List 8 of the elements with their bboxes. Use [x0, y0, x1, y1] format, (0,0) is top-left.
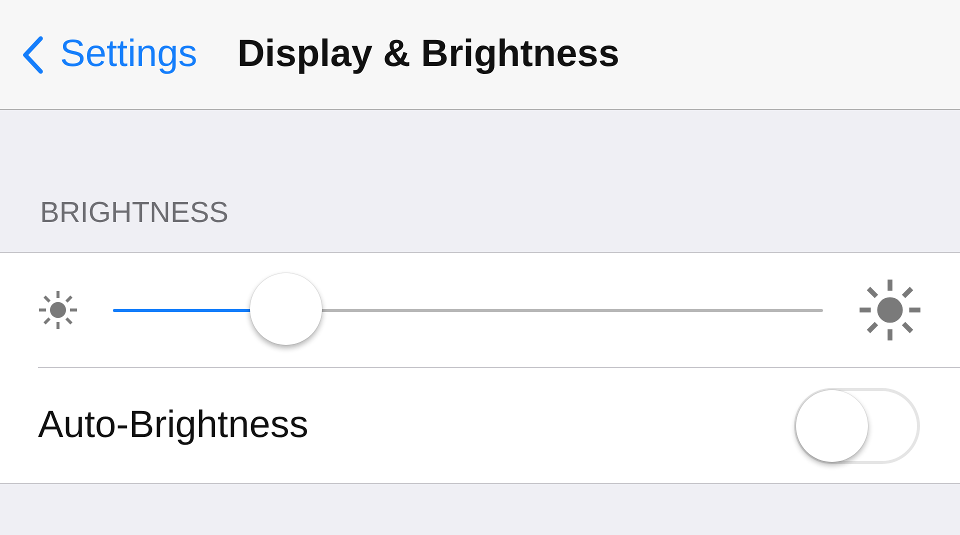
slider-thumb[interactable]	[250, 272, 322, 344]
page-title: Display & Brightness	[237, 33, 620, 76]
sun-large-icon	[858, 278, 922, 342]
back-link[interactable]: Settings	[22, 33, 198, 76]
sun-small-icon	[38, 290, 78, 330]
section-header: BRIGHTNESS	[39, 196, 230, 231]
chevron-left-icon	[22, 34, 44, 74]
row-label: Auto-Brightness	[38, 404, 308, 447]
